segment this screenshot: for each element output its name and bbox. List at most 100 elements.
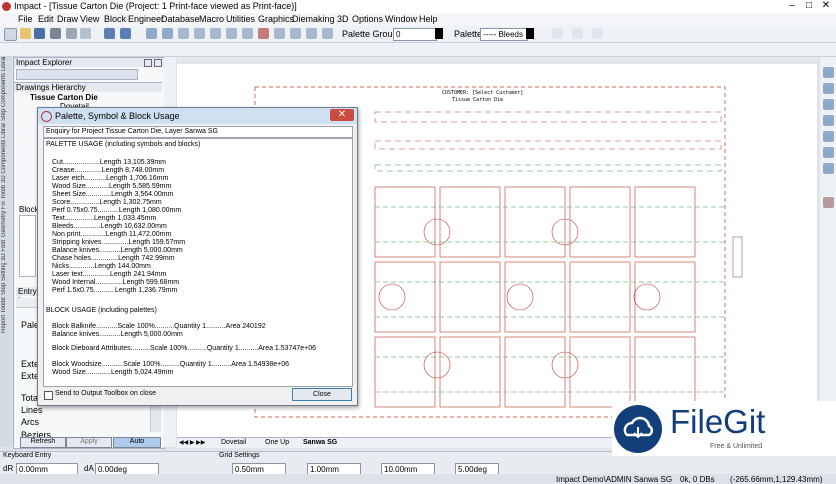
menu-draw[interactable]: Draw xyxy=(57,14,78,24)
close-button[interactable]: Close xyxy=(292,388,352,401)
chevron-down-icon[interactable] xyxy=(435,28,443,39)
filegit-watermark: FileGit Free & Unlimited xyxy=(612,401,836,456)
menu-help[interactable]: Help xyxy=(419,14,438,24)
rect-tool-icon[interactable] xyxy=(823,115,834,126)
new-icon[interactable] xyxy=(4,28,17,41)
carton-cell xyxy=(374,186,436,258)
copy-icon[interactable] xyxy=(80,28,91,39)
print-icon[interactable] xyxy=(50,28,61,39)
menu-3d[interactable]: 3D xyxy=(337,14,349,24)
report-line: Laser etch...........Length 1,706.16mm xyxy=(52,175,169,182)
refresh-button[interactable]: Refresh xyxy=(20,437,66,448)
mirror-tool-icon[interactable] xyxy=(823,163,834,174)
line-tool-icon[interactable] xyxy=(823,83,834,94)
secondary-toolbar xyxy=(0,43,836,57)
palette-dropdown-icon[interactable] xyxy=(526,28,534,39)
menu-engineer[interactable]: Engineer xyxy=(128,14,164,24)
tab-step-settings[interactable]: Step Settings xyxy=(1,263,11,295)
select-tool-icon[interactable] xyxy=(823,67,834,78)
minimize-button[interactable]: – xyxy=(784,0,800,12)
filegit-logo-icon xyxy=(614,405,662,453)
menu-view[interactable]: View xyxy=(80,14,99,24)
tab-sanwa-sg[interactable]: Sanwa SG xyxy=(303,439,337,446)
grid-icon[interactable] xyxy=(194,28,205,39)
color-icon[interactable] xyxy=(552,28,563,39)
pin-icon[interactable] xyxy=(144,59,152,67)
arc-tool-icon[interactable] xyxy=(823,99,834,110)
dialog-close-icon[interactable]: ✕ xyxy=(330,109,354,121)
menu-window[interactable]: Window xyxy=(385,14,417,24)
palette-group-select[interactable]: 0 xyxy=(393,28,437,41)
tab-3d-fold[interactable]: 3D Fold xyxy=(1,239,11,261)
tab-dovetail[interactable]: Dovetail xyxy=(221,439,246,446)
report-line: Block Balknife...........Scale 100%.....… xyxy=(52,323,266,330)
carton-cell xyxy=(504,261,566,333)
carton-cell xyxy=(634,261,696,333)
report-line: Chase holes..............Length 742.99mm xyxy=(52,255,175,262)
carton-cell xyxy=(439,261,501,333)
move-tool-icon[interactable] xyxy=(823,131,834,142)
crease-lines xyxy=(375,206,725,393)
menu-edit[interactable]: Edit xyxy=(38,14,54,24)
properties-icon[interactable] xyxy=(592,28,603,39)
palette-select[interactable]: ----- Bleeds xyxy=(480,28,528,41)
menu-file[interactable]: File xyxy=(18,14,33,24)
linestyle-icon[interactable] xyxy=(572,28,583,39)
enquiry-header: Enquiry for Project Tissue Carton Die, L… xyxy=(43,126,353,138)
send-to-output-checkbox[interactable] xyxy=(44,391,53,400)
menu-macro[interactable]: Macro xyxy=(199,14,224,24)
palette-group-label: Palette Group: xyxy=(342,29,401,39)
usage-report-text[interactable]: PALETTE USAGE (including symbols and blo… xyxy=(43,138,353,387)
dialog-title: Palette, Symbol & Block Usage xyxy=(55,111,180,121)
menu-diemaking[interactable]: Diemaking xyxy=(292,14,335,24)
menu-graphics[interactable]: Graphics xyxy=(258,14,294,24)
tab-geometry-fix-toolbox[interactable]: Geometry Fix Toolbox xyxy=(1,185,11,237)
carton-cell xyxy=(634,336,696,408)
tab-nav-arrows[interactable]: ◀◀ ▶ ▶▶ xyxy=(179,439,207,447)
tab-one-up[interactable]: One Up xyxy=(265,439,289,446)
close-panel-icon[interactable] xyxy=(154,59,162,67)
pan-icon[interactable] xyxy=(162,28,173,39)
menu-utilities[interactable]: Utilities xyxy=(226,14,255,24)
filegit-tagline: Free & Unlimited xyxy=(710,443,763,450)
status-bar: Impact Demo\ADMIN Sanwa SG 0k, 0 DBs (-2… xyxy=(0,474,836,484)
redo-icon[interactable] xyxy=(120,28,131,39)
apply-button[interactable]: Apply xyxy=(66,437,112,448)
rotate-tool-icon[interactable] xyxy=(823,147,834,158)
maximize-button[interactable]: □ xyxy=(801,0,817,12)
field-arcs: Arcs xyxy=(21,417,39,427)
open-icon[interactable] xyxy=(20,28,31,39)
tab-step-components-library[interactable]: Step Components Library xyxy=(1,57,11,121)
cut-icon[interactable] xyxy=(66,28,77,39)
refresh-icon[interactable] xyxy=(306,28,317,39)
block-icon[interactable] xyxy=(274,28,285,39)
cloud-download-icon xyxy=(623,416,654,439)
menu-database[interactable]: Database xyxy=(161,14,200,24)
render-icon[interactable] xyxy=(290,28,301,39)
grid-settings-label: Grid Settings xyxy=(219,452,260,459)
trim-tool-icon[interactable] xyxy=(823,197,834,208)
text-icon[interactable] xyxy=(242,28,253,39)
save-icon[interactable] xyxy=(34,28,45,39)
tab-3d-components-library[interactable]: 3D Components Library xyxy=(1,123,11,183)
palette-icon[interactable] xyxy=(258,28,269,39)
tab-report-toolbox[interactable]: Report Toolbox xyxy=(1,297,11,333)
settings-icon[interactable] xyxy=(322,28,333,39)
undo-icon[interactable] xyxy=(104,28,115,39)
report-line: Block Woodsize...........Scale 100%.....… xyxy=(52,361,290,368)
carton-cell xyxy=(634,186,696,258)
menu-options[interactable]: Options xyxy=(352,14,383,24)
auto-button[interactable]: Auto xyxy=(113,437,161,448)
layer-icon[interactable] xyxy=(178,28,189,39)
close-window-button[interactable]: ✕ xyxy=(818,0,834,12)
top-ruler xyxy=(177,57,817,64)
tree-root[interactable]: Tissue Carton Die xyxy=(30,93,98,102)
main-toolbar: Palette Group: 0 Palette: ----- Bleeds xyxy=(0,26,836,43)
snap-icon[interactable] xyxy=(210,28,221,39)
status-db-count: 0k, 0 DBs xyxy=(680,475,715,484)
drawing-title-2: Tissue Carton Die xyxy=(452,97,504,103)
report-line: Sheet Size.............Length 3,564.00mm xyxy=(52,191,174,198)
measure-icon[interactable] xyxy=(226,28,237,39)
menu-block[interactable]: Block xyxy=(104,14,126,24)
zoom-icon[interactable] xyxy=(146,28,157,39)
